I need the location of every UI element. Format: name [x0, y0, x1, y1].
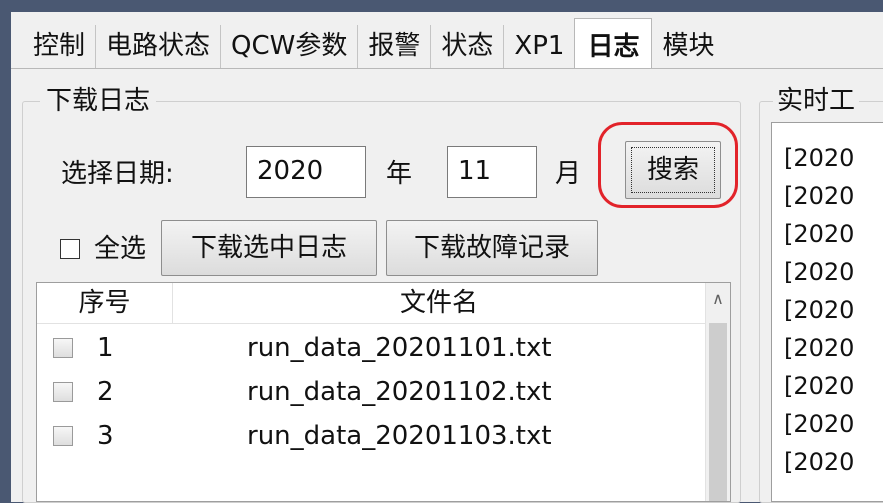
tab-control[interactable]: 控制	[27, 25, 95, 68]
column-header-index[interactable]: 序号	[37, 283, 172, 323]
download-selected-button[interactable]: 下载选中日志	[161, 220, 377, 276]
log-line: [2020	[784, 296, 855, 324]
log-line: [2020	[784, 448, 855, 476]
year-input[interactable]: 2020	[246, 146, 366, 198]
table-row[interactable]: 1 run_data_20201101.txt	[37, 326, 707, 370]
row-checkbox[interactable]	[53, 426, 73, 446]
tab-alarm[interactable]: 报警	[357, 25, 430, 68]
realtime-log-title: 实时工	[773, 84, 860, 118]
file-list-header: 序号 文件名	[37, 283, 707, 324]
file-list: 序号 文件名 1 run_data_20201101.txt 2 run_dat…	[36, 282, 731, 502]
table-row[interactable]: 3 run_data_20201103.txt	[37, 414, 707, 458]
row-checkbox[interactable]	[53, 382, 73, 402]
month-unit-label: 月	[555, 159, 582, 189]
log-line: [2020	[784, 410, 855, 438]
scroll-thumb[interactable]	[709, 323, 727, 501]
row-index: 3	[97, 421, 114, 451]
row-filename: run_data_20201101.txt	[247, 333, 552, 363]
select-all-label: 全选	[94, 234, 147, 264]
table-row[interactable]: 2 run_data_20201102.txt	[37, 370, 707, 414]
search-highlight-circle	[598, 122, 738, 208]
tab-xp1[interactable]: XP1	[503, 25, 574, 68]
log-line: [2020	[784, 220, 855, 248]
tab-module[interactable]: 模块	[652, 25, 724, 68]
download-fault-button[interactable]: 下载故障记录	[386, 220, 598, 276]
row-index: 1	[97, 333, 114, 363]
month-input[interactable]: 11	[447, 146, 537, 198]
row-filename: run_data_20201102.txt	[247, 377, 552, 407]
row-filename: run_data_20201103.txt	[247, 421, 552, 451]
vertical-scrollbar[interactable]: ∧	[705, 283, 730, 501]
log-line: [2020	[784, 334, 855, 362]
tab-qcw-params[interactable]: QCW参数	[220, 25, 357, 68]
realtime-log-box[interactable]: [2020 [2020 [2020 [2020 [2020 [2020 [202…	[771, 122, 883, 502]
year-unit-label: 年	[386, 159, 413, 189]
tab-log[interactable]: 日志	[574, 18, 653, 68]
log-line: [2020	[784, 258, 855, 286]
log-line: [2020	[784, 372, 855, 400]
scroll-up-arrow-icon[interactable]: ∧	[706, 289, 730, 309]
column-header-filename[interactable]: 文件名	[173, 283, 705, 323]
tab-bar: 控制 电路状态 QCW参数 报警 状态 XP1 日志 模块	[11, 12, 883, 69]
date-label: 选择日期:	[61, 159, 174, 189]
row-checkbox[interactable]	[53, 338, 73, 358]
log-line: [2020	[784, 182, 855, 210]
select-all-checkbox[interactable]	[60, 239, 80, 259]
row-index: 2	[97, 377, 114, 407]
tab-circuit-status[interactable]: 电路状态	[95, 25, 220, 68]
tab-status[interactable]: 状态	[430, 25, 503, 68]
log-line: [2020	[784, 144, 855, 172]
download-log-title: 下载日志	[40, 84, 157, 118]
